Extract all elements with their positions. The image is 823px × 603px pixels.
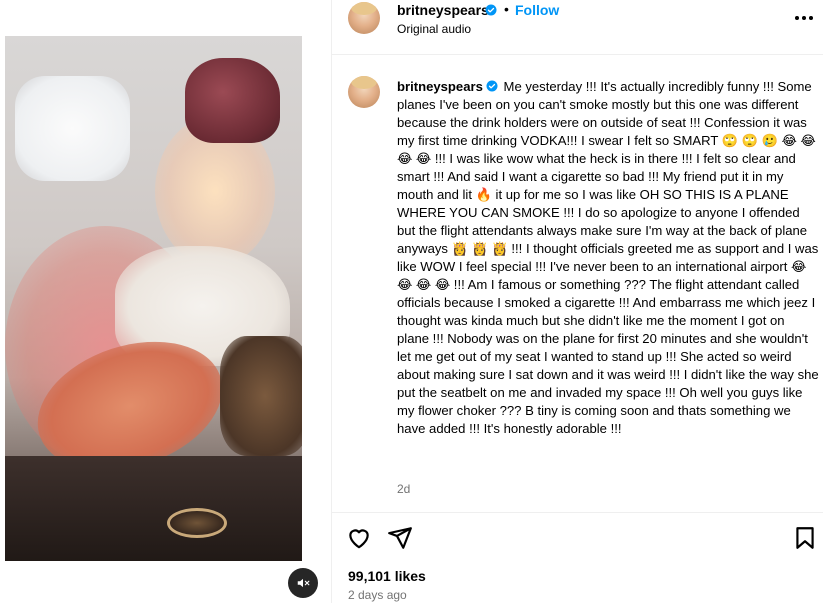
mute-button[interactable] bbox=[288, 568, 318, 598]
follow-button[interactable]: Follow bbox=[515, 2, 559, 18]
verified-badge-icon bbox=[485, 4, 497, 16]
separator-dot: • bbox=[504, 1, 509, 17]
audio-label[interactable]: Original audio bbox=[397, 22, 471, 36]
likes-count[interactable]: 99,101 likes bbox=[348, 568, 426, 584]
comments-section: britneyspears Me yesterday !!! It's actu… bbox=[332, 56, 823, 510]
post-header: britneyspears • Follow Original audio bbox=[332, 0, 823, 55]
tray-table bbox=[5, 456, 302, 561]
seat bbox=[220, 336, 302, 456]
caption-body: Me yesterday !!! It's actually incredibl… bbox=[397, 79, 819, 436]
caption: britneyspears Me yesterday !!! It's actu… bbox=[397, 78, 819, 438]
media-pane bbox=[0, 0, 331, 603]
actions-bar: 99,101 likes 2 days ago bbox=[332, 512, 823, 603]
paper-plane-icon[interactable] bbox=[387, 525, 413, 551]
more-options-icon[interactable] bbox=[792, 8, 816, 28]
muted-speaker-icon bbox=[297, 578, 310, 588]
heart-icon[interactable] bbox=[346, 525, 372, 551]
posted-time[interactable]: 2 days ago bbox=[348, 588, 407, 602]
caption-age[interactable]: 2d bbox=[397, 482, 410, 496]
verified-badge-icon bbox=[486, 80, 498, 92]
post-video[interactable] bbox=[5, 36, 302, 561]
header-username[interactable]: britneyspears bbox=[397, 2, 489, 18]
airplane-window bbox=[15, 76, 130, 181]
caption-username[interactable]: britneyspears bbox=[397, 79, 483, 94]
bookmark-icon[interactable] bbox=[792, 525, 818, 551]
drink-cup bbox=[167, 508, 227, 538]
avatar[interactable] bbox=[348, 2, 380, 34]
caption-avatar[interactable] bbox=[348, 76, 380, 108]
hat bbox=[185, 58, 280, 143]
